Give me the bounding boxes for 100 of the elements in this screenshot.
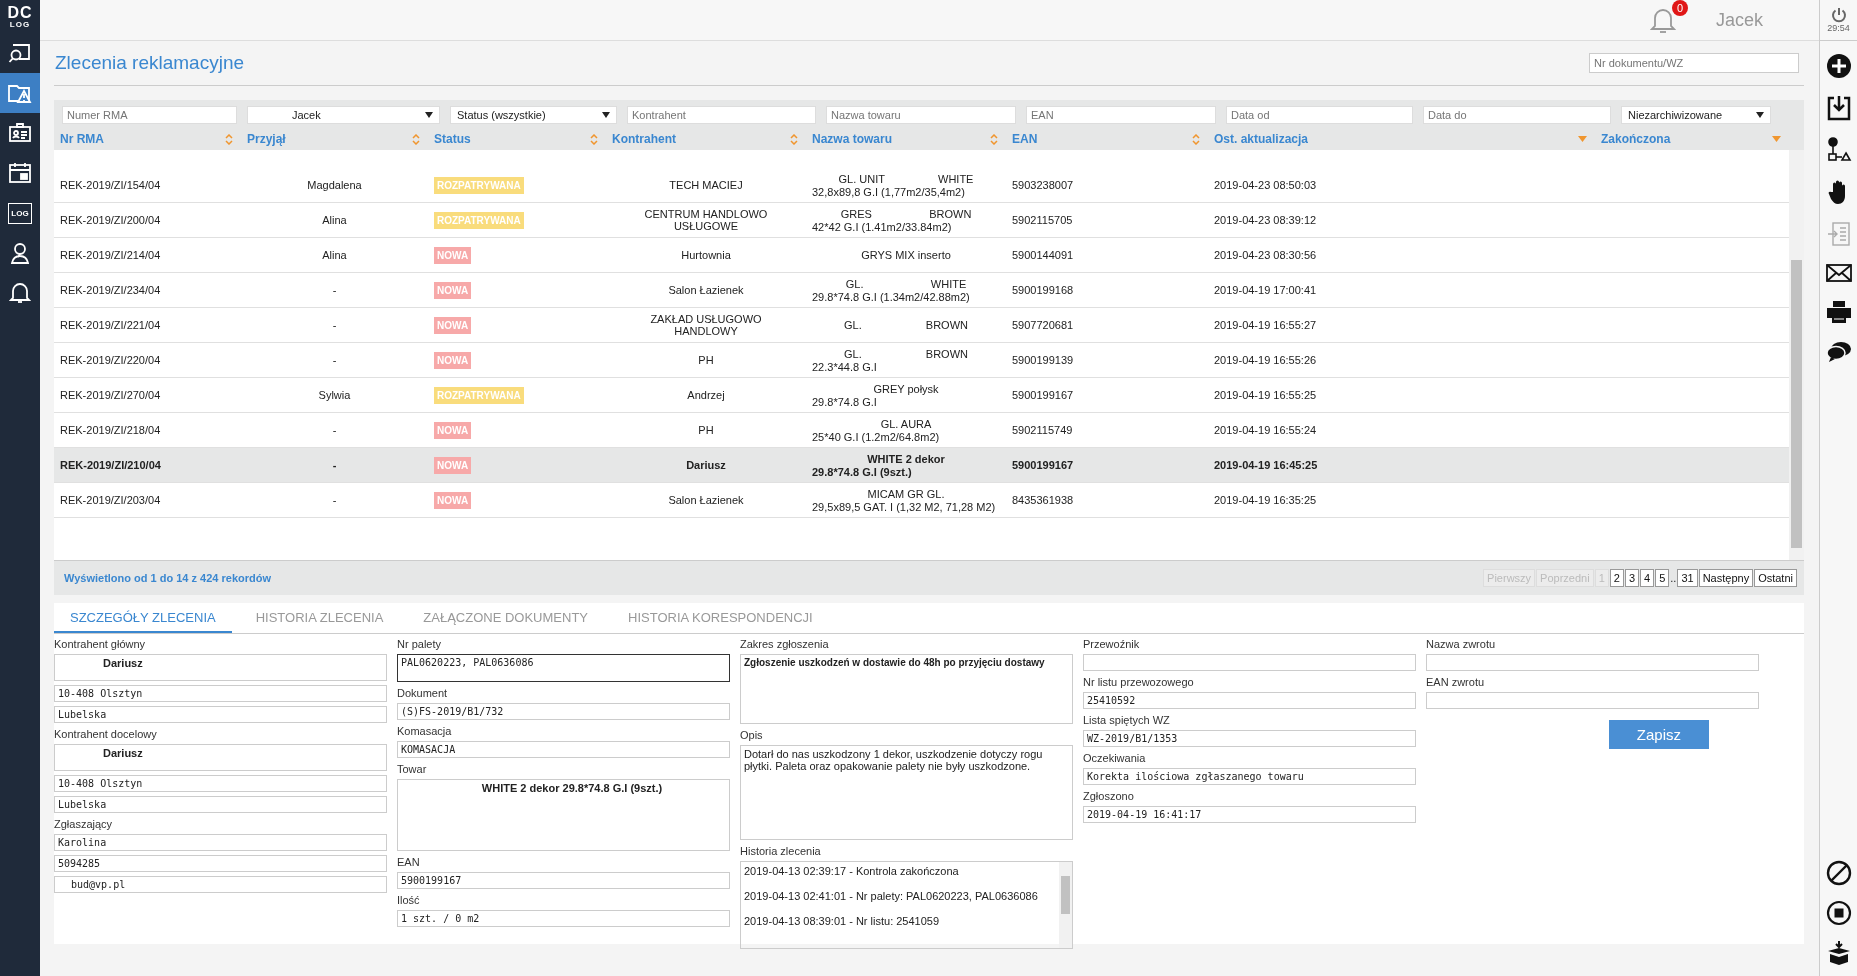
rma-number: REK-2019/ZI/220/04 <box>60 354 161 366</box>
text-field[interactable]: WZ-2019/B1/1353 <box>1083 730 1416 747</box>
filter-dropdown[interactable]: Status (wszystkie) <box>450 106 617 124</box>
logo: DC LOG <box>7 3 33 31</box>
rma-number: REK-2019/ZI/200/04 <box>60 214 161 226</box>
table-row[interactable]: REK-2019/ZI/210/04 - NOWA Dariusz WHITE 2 dekor 29.8*74.8 G.I (9szt.) 5900199167 2019-04-19 16:45:25 <box>54 448 1789 483</box>
field-label: Lista spiętych WZ <box>1083 714 1171 726</box>
text-field[interactable]: 5900199167 <box>397 872 730 889</box>
toolbar-button[interactable] <box>1823 261 1854 285</box>
caret-icon <box>425 112 433 118</box>
filter-dropdown[interactable]: Niezarchiwizowane <box>1621 106 1771 124</box>
text-area[interactable]: Zgłoszenie uszkodzeń w dostawie do 48h po przyjęciu dostawy <box>740 654 1073 724</box>
ean-code: 5903238007 <box>1012 179 1074 191</box>
status-badge: NOWA <box>434 246 472 264</box>
ean-code: 5900199167 <box>1012 389 1074 401</box>
text-field[interactable]: bud@vp.pl <box>54 876 387 893</box>
status-badge: ROZPATRYWANA <box>434 386 524 404</box>
filter-field[interactable]: Numer RMA <box>62 106 237 124</box>
text-field[interactable]: Lubelska <box>54 706 387 723</box>
field-label: Opis <box>740 729 764 741</box>
page-button[interactable]: Ostatni <box>1754 569 1797 587</box>
page-button[interactable]: 5 <box>1655 569 1670 587</box>
caret-icon <box>602 112 610 118</box>
text-field[interactable] <box>1426 654 1759 671</box>
update-time: 2019-04-19 16:45:25 <box>1214 459 1318 471</box>
filter-field[interactable]: Data od <box>1226 106 1413 124</box>
update-time: 2019-04-23 08:30:56 <box>1214 249 1317 261</box>
text-field[interactable] <box>1083 654 1416 671</box>
text-field[interactable]: 5094285 <box>54 855 387 872</box>
text-field[interactable]: 10-408 Olsztyn <box>54 685 387 702</box>
update-time: 2019-04-19 17:00:41 <box>1214 284 1317 296</box>
contractor-name: PH <box>698 354 714 366</box>
accepted-by: Sylwia <box>318 389 351 401</box>
filter-dropdown[interactable]: Jacek <box>247 106 440 124</box>
status-badge: NOWA <box>434 421 472 439</box>
power-icon[interactable] <box>1830 7 1847 23</box>
table-row[interactable]: REK-2019/ZI/270/04 Sylwia ROZPATRYWANA Andrzej GREY połysk 29.8*74.8 G.I 5900199167 2019-04-19 16:55:25 <box>54 378 1789 413</box>
field-label: EAN zwrotu <box>1426 676 1486 688</box>
status-badge: NOWA <box>434 281 472 299</box>
filter-field[interactable]: Data do <box>1423 106 1611 124</box>
rma-number: REK-2019/ZI/214/04 <box>60 249 161 261</box>
text-field[interactable]: Lubelska <box>54 796 387 813</box>
text-field[interactable]: 10-408 Olsztyn <box>54 775 387 792</box>
text-field[interactable] <box>1426 692 1759 709</box>
page-button[interactable]: 2 <box>1609 569 1624 587</box>
mail-icon <box>1825 263 1852 283</box>
table-row[interactable]: REK-2019/ZI/154/04 Magdalena ROZPATRYWANA TECH MACIEJ GL. UNIT WHITE 32,8x89,8 G.I (1,77m2/35,4m2) 5903238007 2019-04-23 08:50:03 <box>54 168 1789 203</box>
text-field[interactable]: 25410592 <box>1083 692 1416 709</box>
text-area[interactable]: Dotarł do nas uszkodzony 1 dekor, uszkodzenie dotyczy rogu płytki. Paleta oraz opakowanie palety nie były uszkodzone. <box>740 745 1073 840</box>
field-label: EAN <box>397 856 421 868</box>
contractor-name: CENTRUM HANDLOWO USŁUGOWE <box>643 208 769 232</box>
filter-field[interactable]: Nazwa towaru <box>826 106 1016 124</box>
update-time: 2019-04-19 16:55:26 <box>1214 354 1317 366</box>
table-row[interactable]: REK-2019/ZI/214/04 Alina NOWA Hurtownia GRYS MIX inserto 5900144091 2019-04-23 08:30:56 <box>54 238 1789 273</box>
page-title: Zlecenia reklamacyjne <box>55 52 245 74</box>
accepted-by: - <box>332 319 337 331</box>
printer-icon <box>1825 299 1852 325</box>
page-button[interactable]: Następny <box>1698 569 1754 587</box>
text-field[interactable]: PAL0620223, PAL0636086 <box>397 654 730 682</box>
text-field[interactable]: Dariusz <box>54 654 387 681</box>
ban-icon <box>1825 860 1852 886</box>
text-field[interactable]: Korekta ilościowa zgłaszanego towaru <box>1083 768 1416 785</box>
text-field[interactable]: KOMASACJA <box>397 741 730 758</box>
page-button[interactable]: 3 <box>1624 569 1640 587</box>
table-row[interactable]: REK-2019/ZI/234/04 - NOWA Salon Łazienek GL. WHITE 29.8*74.8 G.I (1.34m2/42.88m2) 5900199168 2019-04-19 17:00:41 <box>54 273 1789 308</box>
accepted-by: - <box>332 424 337 436</box>
scrollbar[interactable] <box>1789 150 1804 560</box>
page-button[interactable]: 31 <box>1677 569 1698 587</box>
ean-code: 8435361938 <box>1012 494 1074 506</box>
text-field[interactable]: Dariusz <box>54 744 387 771</box>
text-field[interactable]: 1 szt. / 0 m2 <box>397 910 730 927</box>
table-row[interactable]: REK-2019/ZI/221/04 - NOWA ZAKŁAD USŁUGOWO HANDLOWY GL. BROWN 5907720681 2019-04-19 16:55:27 <box>54 308 1789 343</box>
table-row[interactable]: REK-2019/ZI/200/04 Alina ROZPATRYWANA CENTRUM HANDLOWO USŁUGOWE GRES BROWN 42*42 G.I (1.41m2/33.84m2) 5902115705 2019-04-23 08:39:12 <box>54 203 1789 238</box>
document-search-field[interactable]: Nr dokumentu/WZ <box>1589 53 1799 73</box>
contractor-name: ZAKŁAD USŁUGOWO HANDLOWY <box>649 313 763 337</box>
filter-field[interactable]: EAN <box>1026 106 1216 124</box>
table-row[interactable]: REK-2019/ZI/220/04 - NOWA PH GL. BROWN 22.3*44.8 G.I 5900199139 2019-04-19 16:55:26 <box>54 343 1789 378</box>
field-label: Towar <box>397 763 428 775</box>
workflow-icon <box>1825 137 1852 163</box>
contractor-name: Hurtownia <box>681 249 731 261</box>
product-name: BROWN <box>929 207 972 220</box>
download-icon <box>1826 95 1851 121</box>
product-name: WHITE <box>930 277 967 290</box>
text-field[interactable]: 2019-04-19 16:41:17 <box>1083 806 1416 823</box>
product-size: 22.3*44.8 G.I <box>812 360 878 373</box>
sidebar-item[interactable]: LOG <box>0 193 40 233</box>
text-field[interactable]: Karolina <box>54 834 387 851</box>
text-field[interactable]: (S)FS-2019/B1/732 <box>397 703 730 720</box>
notification-bell-icon[interactable] <box>1649 6 1676 34</box>
page-button[interactable]: 4 <box>1640 569 1655 587</box>
update-time: 2019-04-23 08:50:03 <box>1214 179 1317 191</box>
table-row[interactable]: REK-2019/ZI/203/04 - NOWA Salon Łazienek MICAM GR GL. 29,5x89,5 GAT. I (1,32 M2, 71,28 M2) 8435361938 2019-04-19 16:35:25 <box>54 483 1789 518</box>
product-size: 29.8*74.8 G.I <box>812 395 878 408</box>
product-size: 25*40 G.I (1.2m2/64.8m2) <box>812 430 941 443</box>
product-size: 42*42 G.I (1.41m2/33.84m2) <box>812 220 953 233</box>
field-label: Zakres zgłoszenia <box>740 638 830 650</box>
product-name: GREY połysk <box>873 382 939 395</box>
filter-field[interactable]: Kontrahent <box>627 106 816 124</box>
log-document-icon: LOG <box>8 202 32 224</box>
text-area[interactable]: WHITE 2 dekor 29.8*74.8 G.I (9szt.) <box>397 779 730 851</box>
